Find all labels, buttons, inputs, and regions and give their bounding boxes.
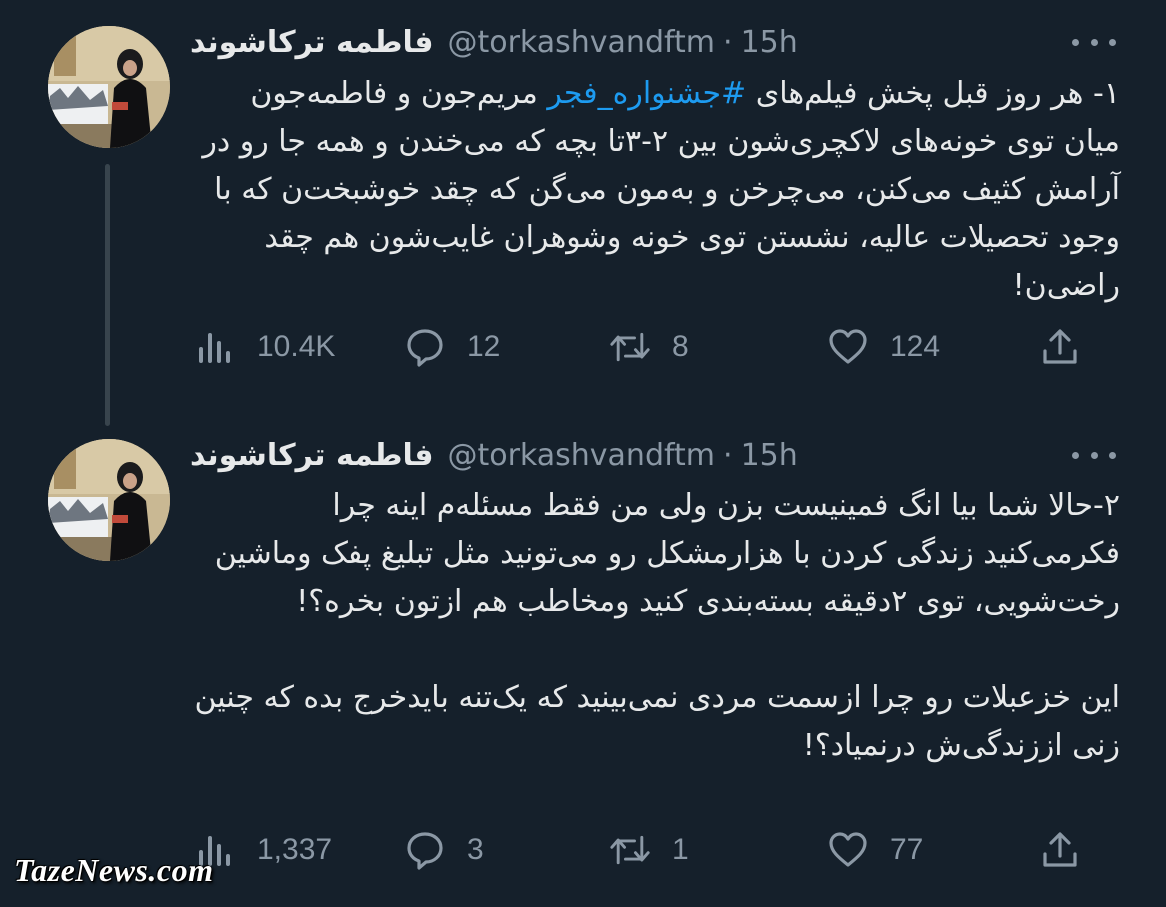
retweet-button[interactable]: 1: [610, 825, 689, 875]
avatar[interactable]: [48, 439, 170, 561]
tweet-text: ۲-حالا شما بیا انگ فمینیست بزن ولی من فق…: [194, 488, 1120, 763]
views-count: 1,337: [257, 833, 333, 866]
more-dots-icon[interactable]: [1072, 435, 1116, 475]
author-name[interactable]: فاطمه ترکاشوند: [190, 438, 433, 473]
share-button[interactable]: [1040, 825, 1080, 875]
like-count: 77: [890, 833, 924, 866]
reply-button[interactable]: 3: [405, 825, 484, 875]
avatar-photo: [48, 439, 170, 561]
tweet-header: فاطمه ترکاشوند @torkashvandftm · 15h: [190, 435, 798, 475]
retweet-count: 1: [672, 833, 689, 866]
views-button[interactable]: 1,337: [195, 825, 332, 875]
reply-bubble-icon: [407, 832, 443, 870]
watermark-text: TazeNews.com: [14, 852, 214, 888]
heart-icon: [829, 832, 867, 867]
separator-dot: ·: [723, 437, 733, 473]
tweet-2[interactable]: فاطمه ترکاشوند @torkashvandftm · 15h ۲-ح…: [0, 0, 1166, 907]
share-icon: [1043, 832, 1077, 867]
like-button[interactable]: 77: [828, 825, 923, 875]
reply-count: 3: [467, 833, 484, 866]
timestamp[interactable]: 15h: [741, 438, 798, 473]
action-bar: 1,337 3 1 77: [190, 825, 1090, 875]
author-handle[interactable]: @torkashvandftm: [447, 438, 715, 473]
retweet-icon: [610, 835, 650, 865]
